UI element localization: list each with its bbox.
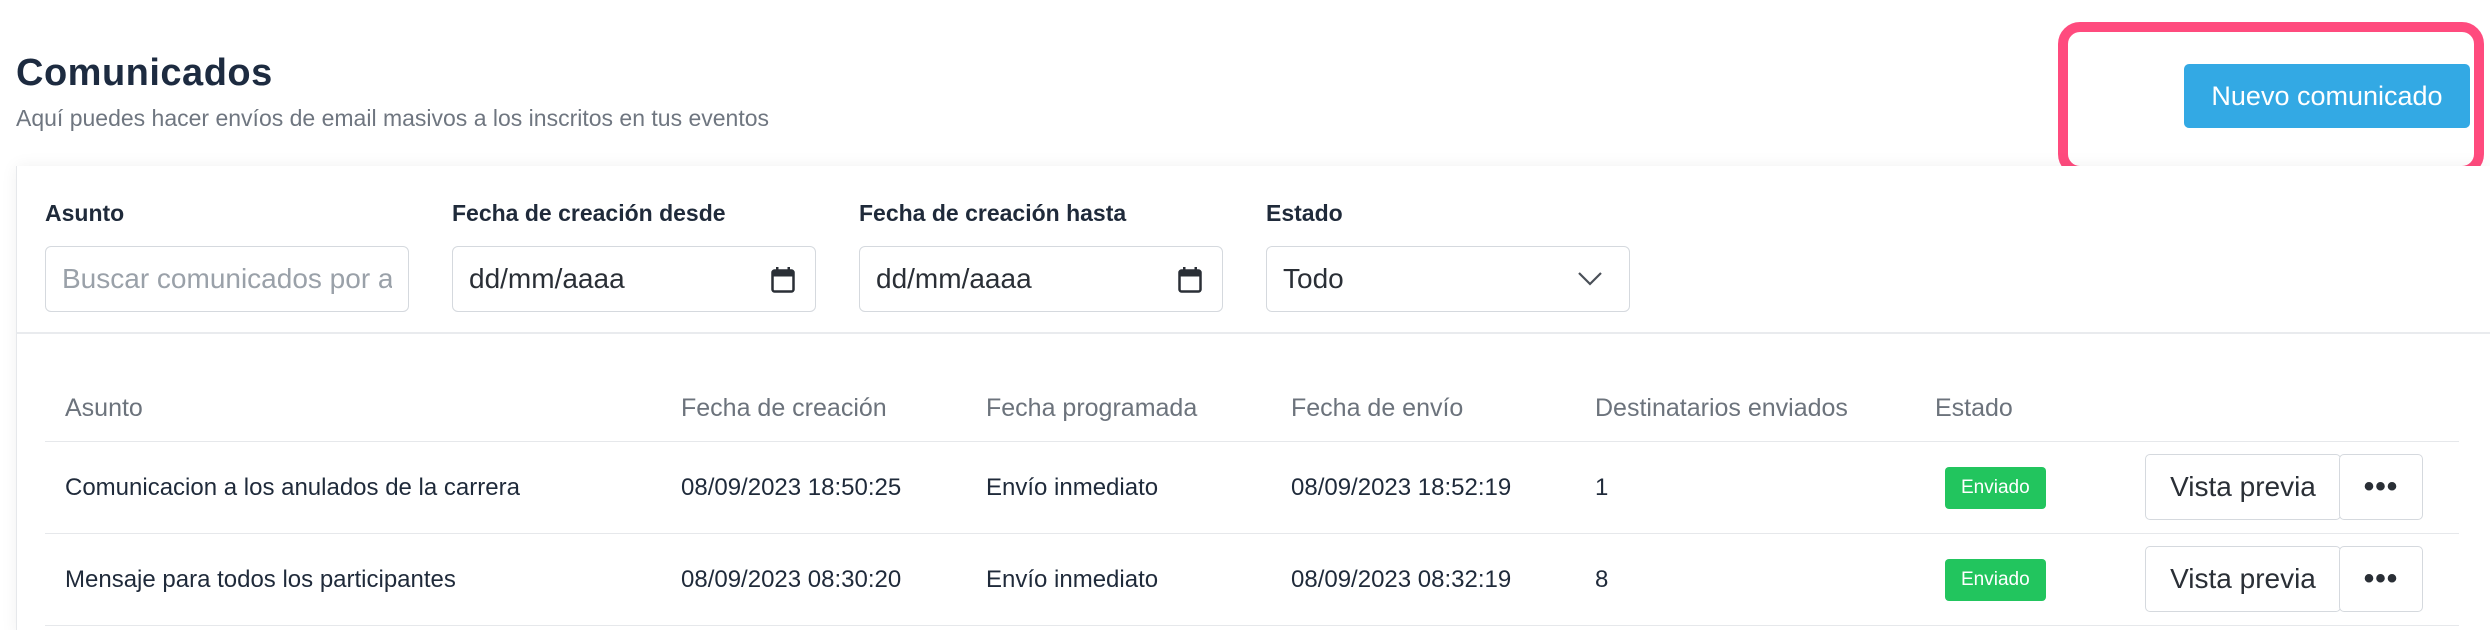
table-row: Comunicacion a los anulados de la carrer… [45, 442, 2459, 534]
more-actions-button[interactable]: ••• [2339, 546, 2423, 612]
filter-date-to-label: Fecha de creación hasta [859, 200, 1127, 226]
filter-date-from: Fecha de creación desde dd/mm/aaaa [452, 200, 816, 312]
cell-subject: Comunicacion a los anulados de la carrer… [65, 474, 520, 501]
column-header-scheduled: Fecha programada [986, 394, 1198, 422]
date-to-value: dd/mm/aaaa [876, 263, 1032, 294]
filter-status-label: Estado [1266, 200, 1343, 226]
filter-subject: Asunto Buscar comunicados por asunto [45, 200, 409, 312]
table-row: Mensaje para todos los participantes 08/… [45, 534, 2459, 626]
cell-sent: 08/09/2023 18:52:19 [1291, 474, 1512, 501]
preview-button[interactable]: Vista previa [2145, 546, 2341, 612]
cell-scheduled: Envío inmediato [986, 474, 1159, 501]
filter-date-to: Fecha de creación hasta dd/mm/aaaa [859, 200, 1223, 312]
date-from-input[interactable]: dd/mm/aaaa [452, 246, 816, 312]
cell-recipients: 8 [1595, 566, 1609, 593]
cell-sent: 08/09/2023 08:32:19 [1291, 566, 1512, 593]
subject-search-placeholder: Buscar comunicados por asunto [62, 263, 392, 294]
column-header-status: Estado [1935, 394, 2013, 422]
more-actions-button[interactable]: ••• [2339, 454, 2423, 520]
date-to-input[interactable]: dd/mm/aaaa [859, 246, 1223, 312]
status-badge: Enviado [1945, 467, 2046, 509]
column-header-recipients: Destinatarios enviados [1595, 394, 1848, 422]
column-header-created: Fecha de creación [681, 394, 887, 422]
cell-created: 08/09/2023 08:30:20 [681, 566, 902, 593]
column-header-subject: Asunto [65, 394, 143, 422]
filter-status: Estado Todo [1266, 200, 1630, 312]
cell-subject: Mensaje para todos los participantes [65, 566, 456, 593]
filter-subject-label: Asunto [45, 200, 125, 226]
date-from-value: dd/mm/aaaa [469, 263, 625, 294]
preview-button[interactable]: Vista previa [2145, 454, 2341, 520]
subject-search-input[interactable]: Buscar comunicados por asunto [45, 246, 409, 312]
cell-recipients: 1 [1595, 474, 1609, 501]
status-badge: Enviado [1945, 559, 2046, 601]
chevron-down-icon [1578, 272, 1602, 286]
table-header: Asunto Fecha de creación Fecha programad… [45, 366, 2459, 442]
new-communication-button[interactable]: Nuevo comunicado [2184, 64, 2470, 128]
page-title: Comunicados [16, 52, 273, 94]
calendar-icon[interactable] [1178, 267, 1202, 293]
table-row-partial [45, 626, 2459, 630]
communications-card: Asunto Buscar comunicados por asunto Fec… [16, 166, 2490, 630]
page-subtitle: Aquí puedes hacer envíos de email masivo… [16, 105, 770, 131]
cell-created: 08/09/2023 18:50:25 [681, 474, 902, 501]
filters-bar: Asunto Buscar comunicados por asunto Fec… [17, 166, 2490, 334]
calendar-icon[interactable] [771, 267, 795, 293]
page-header: Comunicados Aquí puedes hacer envíos de … [16, 52, 769, 132]
column-header-sent: Fecha de envío [1291, 394, 1464, 422]
communications-table: Asunto Fecha de creación Fecha programad… [45, 366, 2459, 630]
cell-scheduled: Envío inmediato [986, 566, 1159, 593]
status-select[interactable]: Todo [1266, 246, 1630, 312]
filter-date-from-label: Fecha de creación desde [452, 200, 726, 226]
status-selected-value: Todo [1283, 263, 1344, 294]
